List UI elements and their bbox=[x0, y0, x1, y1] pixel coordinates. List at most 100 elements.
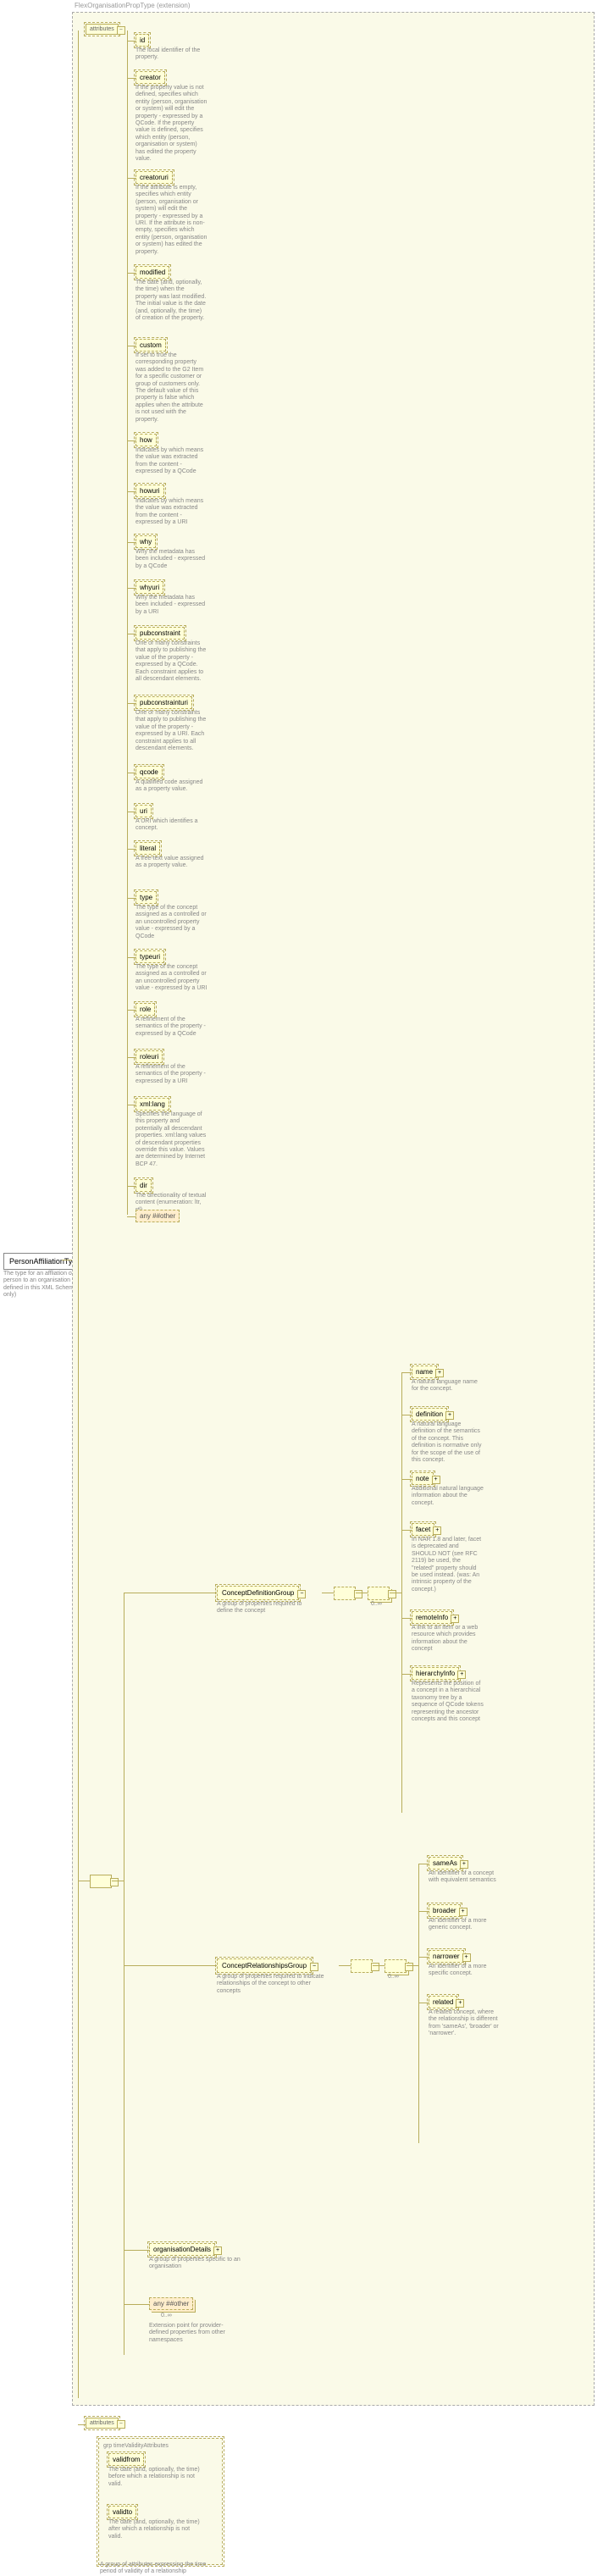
attr-validto-desc: The date (and, optionally, the time) aft… bbox=[108, 2519, 202, 2540]
root-name: PersonAffiliationType bbox=[9, 1257, 80, 1266]
grp-timevalidity-label: grp timeValidityAttributes bbox=[103, 2443, 169, 2449]
collapse-icon[interactable]: − bbox=[117, 26, 125, 35]
expand-icon[interactable]: + bbox=[451, 1615, 459, 1623]
collapse-icon[interactable]: − bbox=[371, 1963, 379, 1971]
attr-pubconstraint[interactable]: pubconstraint bbox=[136, 627, 185, 640]
collapse-icon[interactable]: − bbox=[110, 1878, 119, 1886]
attr-type-desc: The type of the concept assigned as a co… bbox=[136, 905, 207, 940]
expand-icon[interactable]: + bbox=[432, 1476, 440, 1484]
elem-broader-desc: An identifier of a more generic concept. bbox=[429, 1918, 501, 1932]
attr-pubconstrainturi[interactable]: pubconstrainturi bbox=[136, 696, 192, 709]
any-other-desc: Extension point for provider-defined pro… bbox=[149, 2323, 242, 2344]
elem-orgdetails-desc: A group of properties specific to an org… bbox=[149, 2257, 242, 2271]
collapse-icon[interactable]: − bbox=[117, 2420, 125, 2429]
attr-roleuri[interactable]: roleuri bbox=[136, 1050, 163, 1063]
elem-related[interactable]: related+ bbox=[429, 1996, 457, 2008]
conceptrel-seq[interactable]: − bbox=[351, 1959, 373, 1973]
attr-creatoruri-desc: If the attribute is empty, specifies whi… bbox=[136, 185, 207, 256]
conceptdef-sequence[interactable]: − bbox=[334, 1587, 356, 1600]
expand-icon[interactable]: + bbox=[435, 1369, 444, 1377]
attr-literal[interactable]: literal bbox=[136, 842, 160, 855]
attr-roleuri-desc: A refinement of the semantics of the pro… bbox=[136, 1064, 207, 1085]
attr-typeuri-desc: The type of the concept assigned as a co… bbox=[136, 964, 207, 993]
elem-facet[interactable]: facet+ bbox=[412, 1523, 434, 1536]
expand-icon[interactable]: + bbox=[462, 1953, 471, 1962]
attr-creator[interactable]: creator bbox=[136, 71, 165, 84]
attr-qcode-desc: A qualified code assigned as a property … bbox=[136, 779, 207, 794]
conceptdef-seq2[interactable]: − bbox=[368, 1587, 390, 1600]
attributes-box[interactable]: attributes − bbox=[86, 24, 119, 35]
attr-role[interactable]: role bbox=[136, 1003, 155, 1016]
collapse-icon[interactable]: − bbox=[405, 1963, 413, 1971]
group-conceptrel-desc: A group of properties required to indica… bbox=[217, 1974, 327, 1995]
expand-icon[interactable]: + bbox=[456, 1999, 464, 2008]
collapse-icon[interactable]: − bbox=[297, 1590, 306, 1598]
expand-icon[interactable]: + bbox=[445, 1411, 454, 1420]
attr-id[interactable]: id bbox=[136, 34, 149, 47]
attr-qcode[interactable]: qcode bbox=[136, 766, 163, 778]
attr-validfrom[interactable]: validfrom bbox=[108, 2453, 144, 2466]
elem-hierarchyinfo[interactable]: hierarchyInfo+ bbox=[412, 1667, 459, 1680]
card: 0..∞ bbox=[388, 1974, 399, 1980]
attr-validto[interactable]: validto bbox=[108, 2506, 136, 2518]
any-other-elem[interactable]: any ##other bbox=[149, 2297, 193, 2310]
elem-related-desc: A related concept, where the relationshi… bbox=[429, 2009, 501, 2038]
conceptrel-seq2[interactable]: − bbox=[384, 1959, 407, 1973]
attr-pubconstraint-desc: One or many constraints that apply to pu… bbox=[136, 640, 207, 683]
elem-remoteinfo[interactable]: remoteInfo+ bbox=[412, 1611, 452, 1624]
attr-howuri[interactable]: howuri bbox=[136, 485, 164, 497]
elem-narrower[interactable]: narrower+ bbox=[429, 1950, 464, 1963]
elem-facet-desc: In NAR 1.8 and later, facet is deprecate… bbox=[412, 1537, 484, 1593]
elem-sameas-desc: An identifier of a concept with equivale… bbox=[429, 1870, 501, 1885]
attr-creatoruri[interactable]: creatoruri bbox=[136, 171, 173, 184]
attr-modified-desc: The date (and, optionally, the time) whe… bbox=[136, 280, 207, 322]
elem-sameas[interactable]: sameAs+ bbox=[429, 1857, 462, 1870]
attr-typeuri[interactable]: typeuri bbox=[136, 950, 164, 963]
elem-broader[interactable]: broader+ bbox=[429, 1904, 461, 1917]
group-conceptdefinition[interactable]: ConceptDefinitionGroup − bbox=[217, 1586, 299, 1600]
attributes-label: attributes bbox=[90, 2420, 114, 2426]
elem-name[interactable]: name+ bbox=[412, 1366, 437, 1378]
attr-uri-desc: A URI which identifies a concept. bbox=[136, 818, 207, 833]
elem-narrower-desc: An identifier of a more specific concept… bbox=[429, 1964, 501, 1978]
expand-icon[interactable]: + bbox=[460, 1860, 468, 1869]
attr-why[interactable]: why bbox=[136, 535, 156, 548]
attributes-label: attributes bbox=[90, 26, 114, 32]
expand-icon[interactable]: + bbox=[213, 2246, 222, 2255]
attributes-box-lower[interactable]: attributes − bbox=[86, 2418, 119, 2429]
attr-whyuri[interactable]: whyuri bbox=[136, 581, 163, 594]
attr-why-desc: Why the metadata has been included - exp… bbox=[136, 549, 207, 570]
elem-orgdetails[interactable]: organisationDetails+ bbox=[149, 2243, 215, 2256]
attr-validfrom-desc: The date (and, optionally, the time) bef… bbox=[108, 2467, 202, 2488]
extension-label: FlexOrganisationPropType (extension) bbox=[75, 2, 191, 9]
attr-dir[interactable]: dir bbox=[136, 1179, 152, 1192]
elem-definition-desc: A natural language definition of the sem… bbox=[412, 1421, 484, 1464]
attr-custom[interactable]: custom bbox=[136, 339, 166, 352]
group-conceptrel[interactable]: ConceptRelationshipsGroup − bbox=[217, 1958, 312, 1973]
collapse-icon[interactable]: − bbox=[310, 1963, 318, 1971]
expand-icon[interactable]: + bbox=[457, 1670, 466, 1679]
card: 0..∞ bbox=[371, 1601, 382, 1607]
attr-whyuri-desc: Why the metadata has been included - exp… bbox=[136, 595, 207, 616]
attr-xmllang[interactable]: xml:lang bbox=[136, 1098, 169, 1111]
elem-note-desc: Additional natural language information … bbox=[412, 1486, 484, 1507]
expand-icon[interactable]: + bbox=[433, 1526, 441, 1535]
attr-role-desc: A refinement of the semantics of the pro… bbox=[136, 1017, 207, 1038]
attr-literal-desc: A free-text value assigned as a property… bbox=[136, 856, 207, 870]
any-other-attr[interactable]: any ##other bbox=[136, 1210, 180, 1222]
attr-type[interactable]: type bbox=[136, 891, 157, 904]
elem-definition[interactable]: definition+ bbox=[412, 1408, 447, 1421]
expand-icon[interactable]: + bbox=[459, 1908, 467, 1916]
elem-note[interactable]: note+ bbox=[412, 1472, 434, 1485]
attr-uri[interactable]: uri bbox=[136, 805, 152, 817]
attr-creator-desc: If the property value is not defined, sp… bbox=[136, 85, 207, 163]
main-sequence[interactable]: − bbox=[90, 1875, 112, 1888]
elem-name-desc: A natural language name for the concept. bbox=[412, 1379, 484, 1393]
card: 0..∞ bbox=[161, 2313, 172, 2318]
attr-how[interactable]: how bbox=[136, 434, 157, 446]
attr-modified[interactable]: modified bbox=[136, 266, 169, 279]
elem-hierarchyinfo-desc: Represents the position of a concept in … bbox=[412, 1681, 484, 1723]
collapse-icon[interactable]: − bbox=[388, 1590, 396, 1598]
attr-id-desc: The local identifier of the property. bbox=[136, 47, 207, 62]
collapse-icon[interactable]: − bbox=[354, 1590, 362, 1598]
